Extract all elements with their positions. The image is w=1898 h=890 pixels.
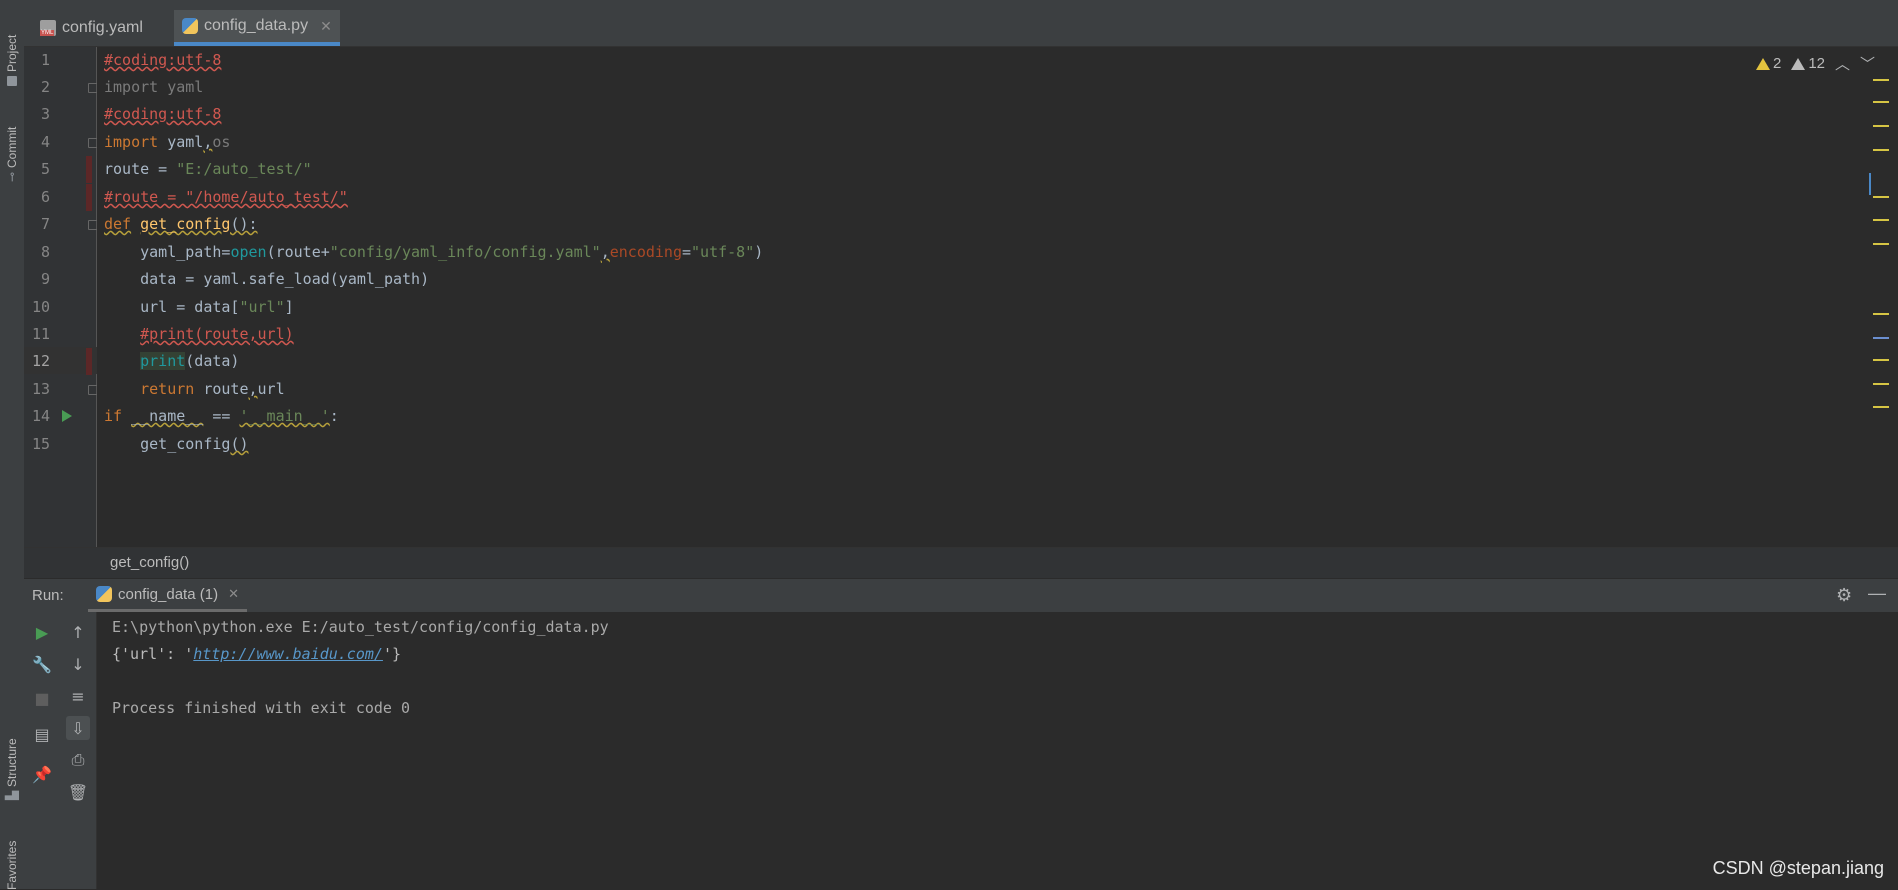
tab-config-data-py[interactable]: config_data.py ✕ (174, 10, 340, 46)
code-line: def get_config(): (104, 215, 258, 233)
run-gutter-icon[interactable] (62, 410, 72, 422)
pin-icon[interactable]: 📌 (30, 762, 54, 786)
stripe-mark[interactable] (1873, 383, 1889, 385)
project-tool-button[interactable]: Project (2, 16, 22, 86)
code-line: route = "E:/auto_test/" (104, 160, 312, 178)
line-number: 7 (40, 215, 50, 233)
stripe-mark[interactable] (1873, 337, 1889, 339)
output-url-link[interactable]: http://www.baidu.com/ (193, 645, 383, 663)
minimize-icon[interactable]: — (1868, 583, 1886, 604)
python-file-icon (96, 586, 112, 602)
yaml-file-icon (40, 20, 56, 36)
code-line: #coding:utf-8 (104, 105, 222, 123)
stripe-mark[interactable] (1873, 101, 1889, 103)
arrow-up-icon[interactable]: ↑ (66, 620, 90, 644)
rerun-icon[interactable]: ▶ (30, 620, 54, 644)
line-number: 5 (40, 160, 50, 178)
print-icon[interactable]: ⎙ (66, 748, 90, 772)
editor-tab-bar: config.yaml config_data.py ✕ (24, 10, 1898, 47)
line-number: 13 (31, 380, 50, 398)
code-line: if __name__ == '__main__': (104, 407, 339, 425)
console-command-line: E:\python\python.exe E:/auto_test/config… (112, 618, 609, 636)
code-line: print(data) (140, 352, 240, 370)
stripe-mark[interactable] (1869, 173, 1871, 195)
line-number: 3 (40, 105, 50, 123)
line-number: 12 (31, 352, 50, 370)
left-tool-strip: Project ⊸ Commit ▙ Structure Favorites (0, 10, 25, 890)
weak-warnings-indicator[interactable]: 12 (1791, 55, 1825, 72)
stripe-mark[interactable] (1873, 313, 1889, 315)
run-panel-header: Run: config_data (1) ✕ ⚙ — (24, 578, 1898, 613)
line-number: 4 (40, 133, 50, 151)
stripe-mark[interactable] (1873, 359, 1889, 361)
code-line: yaml_path=open(route+"config/yaml_info/c… (104, 243, 764, 261)
line-number: 1 (40, 51, 50, 69)
structure-tool-button[interactable]: ▙ Structure (2, 720, 22, 800)
line-number: 11 (31, 325, 50, 343)
tab-config-yaml[interactable]: config.yaml (32, 10, 151, 46)
gear-icon[interactable]: ⚙ (1836, 585, 1852, 606)
code-line: get_config() (104, 435, 249, 453)
chevron-down-icon[interactable]: ﹀ (1860, 53, 1875, 74)
warnings-indicator[interactable]: 2 (1756, 55, 1781, 72)
python-file-icon (182, 18, 198, 34)
wrench-icon[interactable]: 🔧 (30, 652, 54, 676)
close-tab-icon[interactable]: ✕ (320, 18, 332, 35)
code-line: #print(route,url) (140, 325, 294, 343)
scroll-to-end-icon[interactable]: ⇩ (66, 716, 90, 740)
line-number: 2 (40, 78, 50, 96)
watermark: CSDN @stepan.jiang (1712, 858, 1884, 878)
code-line: return route,url (140, 380, 285, 398)
line-number: 10 (31, 298, 50, 316)
code-editor[interactable]: #coding:utf-8 import yaml #coding:utf-8 … (97, 47, 1898, 547)
structure-icon: ▙ (5, 790, 19, 800)
code-line: #coding:utf-8 (104, 51, 222, 69)
run-toolbar-primary: ▶ 🔧 ■ ▤ 📌 (24, 612, 61, 889)
console-exit-line: Process finished with exit code 0 (112, 699, 411, 717)
line-number: 9 (40, 270, 50, 288)
stop-icon[interactable]: ■ (30, 686, 54, 710)
stripe-mark[interactable] (1873, 219, 1889, 221)
console-output-line: {'url': 'http://www.baidu.com/'} (112, 645, 401, 663)
close-icon[interactable]: ✕ (228, 586, 239, 602)
code-line: import yaml (104, 78, 204, 96)
change-marker (86, 184, 92, 211)
run-config-tab[interactable]: config_data (1) ✕ (88, 579, 247, 613)
stripe-mark[interactable] (1873, 243, 1889, 245)
chevron-up-icon[interactable]: ︿ (1835, 53, 1850, 74)
line-number: 8 (40, 243, 50, 261)
stripe-mark[interactable] (1873, 406, 1889, 408)
run-label: Run: (32, 587, 64, 604)
arrow-down-icon[interactable]: ↓ (66, 652, 90, 676)
commit-tool-button[interactable]: ⊸ Commit (2, 110, 22, 182)
change-marker (86, 156, 92, 183)
code-line: url = data["url"] (104, 298, 294, 316)
code-line: #route = "/home/auto_test/" (104, 188, 348, 206)
weak-warning-icon (1791, 57, 1806, 70)
layout-icon[interactable]: ▤ (30, 722, 54, 746)
code-line: data = yaml.safe_load(yaml_path) (104, 270, 430, 288)
favorites-tool-button[interactable]: Favorites (2, 820, 22, 890)
breadcrumb[interactable]: get_config() (24, 547, 1898, 578)
stripe-mark[interactable] (1873, 196, 1889, 198)
soft-wrap-icon[interactable]: ≡ (66, 684, 90, 708)
stripe-mark[interactable] (1873, 125, 1889, 127)
run-toolbar-secondary: ↑ ↓ ≡ ⇩ ⎙ 🗑 (60, 612, 97, 889)
breadcrumb-item[interactable]: get_config() (110, 554, 189, 571)
line-number: 6 (40, 188, 50, 206)
code-line: import yaml,os (104, 133, 231, 151)
stripe-mark[interactable] (1873, 149, 1889, 151)
trash-icon[interactable]: 🗑 (66, 780, 90, 804)
inspection-widget[interactable]: 2 12 ︿ ﹀ (1756, 53, 1875, 74)
change-marker (86, 348, 92, 375)
line-number: 14 (31, 407, 50, 425)
commit-icon: ⊸ (5, 171, 19, 182)
line-number: 15 (31, 435, 50, 453)
stripe-mark[interactable] (1873, 79, 1889, 81)
warning-icon (1756, 57, 1770, 70)
folder-icon (7, 76, 17, 86)
